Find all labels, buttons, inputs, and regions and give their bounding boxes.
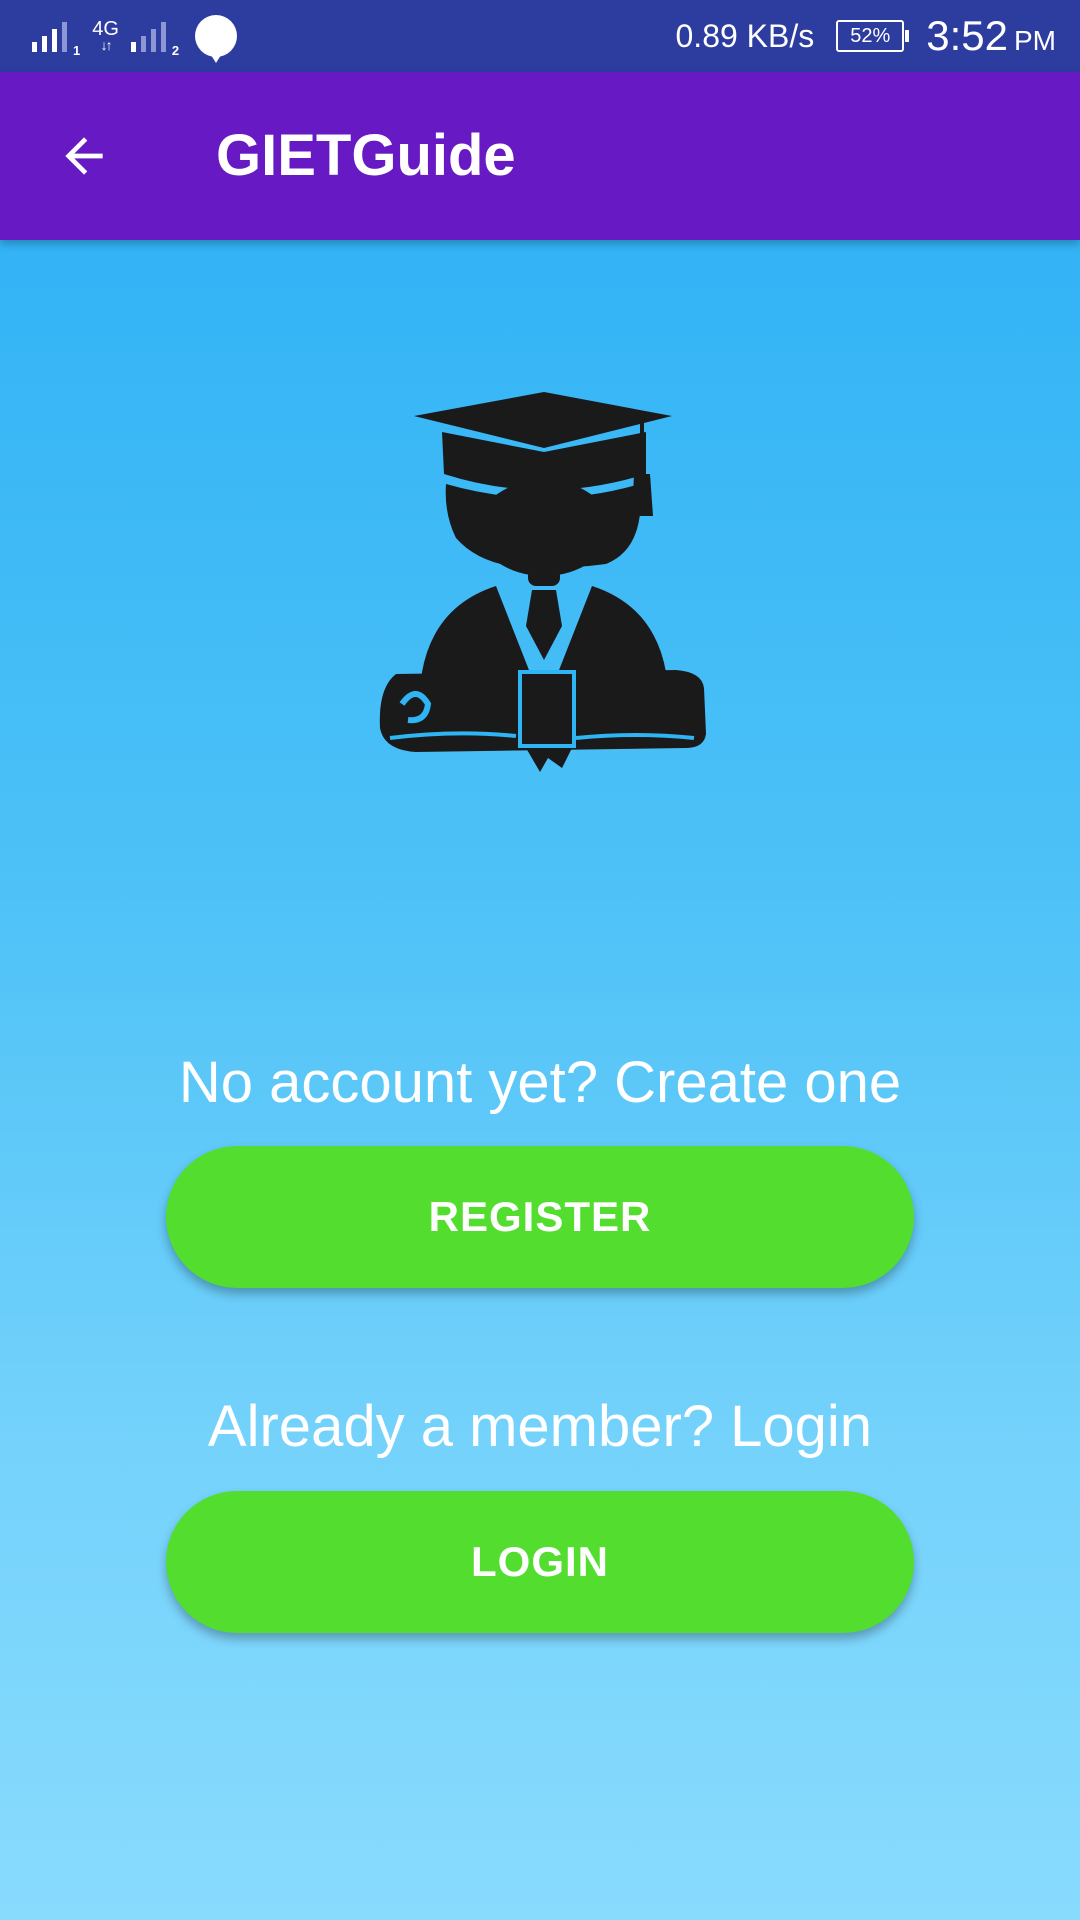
app-title: GIETGuide [216,123,516,188]
status-icons-left: 1 4G ↓↑ 2 [32,14,238,63]
status-bar: 1 4G ↓↑ 2 0.89 KB/s 52% 3:52 PM [0,0,1080,72]
login-prompt: Already a member? Login [207,1394,873,1459]
register-prompt: No account yet? Create one [178,1050,902,1115]
arrow-left-icon [65,137,103,175]
register-button[interactable]: REGISTER [166,1146,914,1288]
login-button[interactable]: LOGIN [166,1491,914,1633]
clock-ampm: PM [1014,25,1056,56]
battery-icon: 52% [836,20,910,52]
battery-level: 52% [850,24,891,47]
sim2-label: 2 [171,43,180,58]
back-button[interactable] [44,116,124,196]
network-type-label: 4G [92,18,119,40]
clock-time: 3:52 [926,12,1008,59]
signal-sim1-icon [32,20,67,52]
graduate-icon [379,392,706,772]
screen: 1 4G ↓↑ 2 0.89 KB/s 52% 3:52 PM GIETGuid… [0,0,1080,1920]
sim1-label: 1 [73,43,81,58]
app-bar: GIETGuide [0,72,1080,240]
signal-sim2-icon [130,20,166,52]
network-speed: 0.89 KB/s [675,17,815,54]
network-type-icon: 4G ↓↑ [92,18,119,53]
message-notification-icon [195,15,238,63]
status-icons-right: 0.89 KB/s 52% 3:52 PM [676,10,1057,62]
clock: 3:52 PM [926,12,1056,60]
